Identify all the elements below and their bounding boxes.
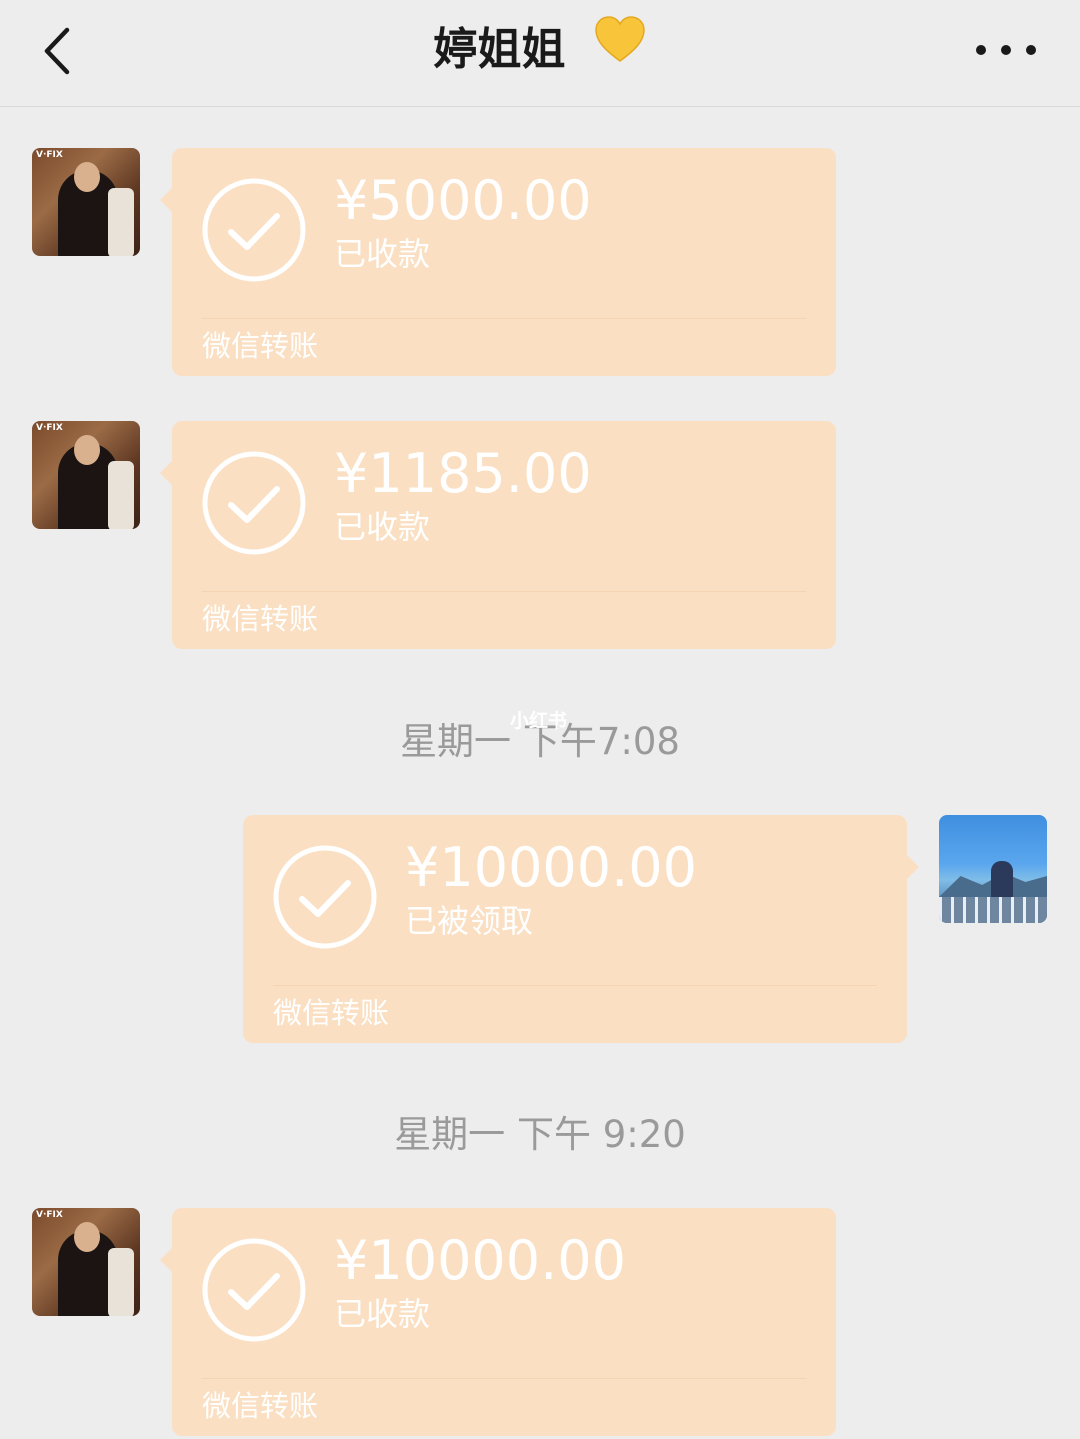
more-dot: [976, 45, 986, 55]
contact-avatar[interactable]: V·FIX: [32, 1208, 140, 1316]
transfer-source: 微信转账: [273, 996, 390, 1030]
more-dot: [1026, 45, 1036, 55]
watermark: 小红书: [510, 710, 568, 732]
transfer-bubble[interactable]: ¥10000.00 已被领取 微信转账: [243, 815, 919, 1043]
chat-screen: 婷姐姐 V·FIX ¥5000.00 已收款 微信转账 V·FIX ¥1185.…: [0, 0, 1080, 1439]
transfer-source: 微信转账: [202, 329, 319, 363]
transfer-amount: ¥1185.00: [334, 442, 592, 505]
divider: [202, 591, 806, 592]
divider: [273, 985, 877, 986]
check-circle-icon: [202, 1238, 306, 1342]
transfer-bubble[interactable]: ¥1185.00 已收款 微信转账: [160, 421, 836, 649]
transfer-amount: ¥10000.00: [405, 836, 698, 899]
divider: [202, 1378, 806, 1379]
contact-avatar[interactable]: V·FIX: [32, 421, 140, 529]
transfer-amount: ¥10000.00: [334, 1229, 627, 1292]
check-circle-icon: [273, 845, 377, 949]
check-circle-icon: [202, 178, 306, 282]
transfer-status: 已收款: [334, 235, 431, 273]
transfer-source: 微信转账: [202, 602, 319, 636]
nav-bar: 婷姐姐: [0, 0, 1080, 107]
chat-title: 婷姐姐: [0, 16, 1080, 82]
check-circle-icon: [202, 451, 306, 555]
transfer-status: 已收款: [334, 508, 431, 546]
my-avatar[interactable]: [939, 815, 1047, 923]
transfer-bubble[interactable]: ¥10000.00 已收款 微信转账: [160, 1208, 836, 1436]
more-dot: [1001, 45, 1011, 55]
contact-avatar[interactable]: V·FIX: [32, 148, 140, 256]
divider: [202, 318, 806, 319]
contact-name: 婷姐姐: [433, 24, 566, 75]
yellow-heart-icon: [593, 14, 647, 82]
timestamp: 星期一 下午 9:20: [394, 1113, 686, 1156]
transfer-status: 已被领取: [405, 902, 534, 940]
transfer-status: 已收款: [334, 1295, 431, 1333]
more-button[interactable]: [976, 30, 1036, 70]
transfer-source: 微信转账: [202, 1389, 319, 1423]
transfer-bubble[interactable]: ¥5000.00 已收款 微信转账: [160, 148, 836, 376]
transfer-amount: ¥5000.00: [334, 169, 592, 232]
